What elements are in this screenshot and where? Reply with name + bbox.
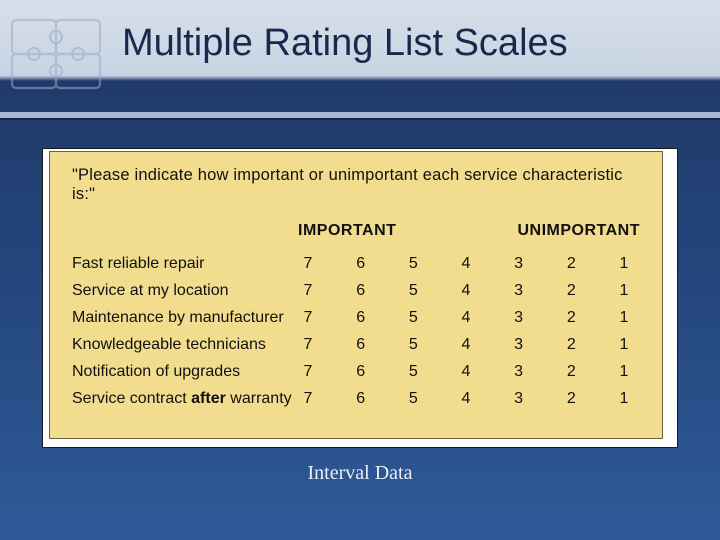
rating-value: 4 [456, 255, 476, 273]
rating-panel-inner: "Please indicate how important or unimpo… [49, 151, 663, 439]
rating-row-label: Maintenance by manufacturer [72, 309, 292, 327]
puzzle-decoration-icon [6, 12, 116, 102]
rating-row-label: Notification of upgrades [72, 363, 292, 381]
rating-value: 4 [456, 336, 476, 354]
rating-value: 5 [403, 336, 423, 354]
rating-row: Notification of upgrades 7 6 5 4 3 2 1 [72, 358, 640, 385]
rating-value: 4 [456, 309, 476, 327]
unimportant-header: UNIMPORTANT [490, 222, 640, 240]
rating-value: 4 [456, 363, 476, 381]
rating-row: Service contract after warranty 7 6 5 4 3 2 1 [72, 385, 640, 412]
rating-value: 1 [614, 255, 634, 273]
rating-row-scale: 7 6 5 4 3 2 1 [292, 255, 640, 273]
rating-value: 2 [561, 336, 581, 354]
rating-value: 7 [298, 255, 318, 273]
prompt-text: "Please indicate how important or unimpo… [72, 166, 640, 204]
rating-value: 7 [298, 282, 318, 300]
rating-value: 2 [561, 282, 581, 300]
rating-value: 5 [403, 282, 423, 300]
rating-row: Knowledgeable technicians 7 6 5 4 3 2 1 [72, 331, 640, 358]
rating-value: 6 [351, 309, 371, 327]
scale-header-row: IMPORTANT UNIMPORTANT [72, 222, 640, 240]
footer-text: Interval Data [308, 462, 413, 484]
rating-row-label: Service at my location [72, 282, 292, 300]
rating-row-scale: 7 6 5 4 3 2 1 [292, 363, 640, 381]
rating-value: 6 [351, 390, 371, 408]
rating-rows: Fast reliable repair7654321Service at my… [72, 250, 640, 412]
rating-value: 7 [298, 363, 318, 381]
rating-value: 2 [561, 390, 581, 408]
rating-value: 1 [614, 282, 634, 300]
rating-value: 2 [561, 309, 581, 327]
rating-value: 6 [351, 336, 371, 354]
rating-row: Fast reliable repair 7 6 5 4 3 2 1 [72, 250, 640, 277]
rating-value: 1 [614, 390, 634, 408]
rating-value: 2 [561, 363, 581, 381]
footer: Interval Data [0, 462, 720, 485]
rating-value: 3 [509, 309, 529, 327]
rating-value: 7 [298, 336, 318, 354]
rating-value: 4 [456, 282, 476, 300]
rating-value: 5 [403, 363, 423, 381]
rating-value: 7 [298, 390, 318, 408]
rating-value: 5 [403, 390, 423, 408]
rating-value: 1 [614, 336, 634, 354]
rating-value: 5 [403, 309, 423, 327]
rating-row: Maintenance by manufacturer 7 6 5 4 3 2 1 [72, 304, 640, 331]
rating-row: Service at my location 7 6 5 4 3 2 1 [72, 277, 640, 304]
rating-value: 4 [456, 390, 476, 408]
rating-value: 1 [614, 309, 634, 327]
rating-value: 3 [509, 336, 529, 354]
title-underline [0, 112, 720, 118]
rating-value: 7 [298, 309, 318, 327]
rating-value: 3 [509, 255, 529, 273]
rating-value: 3 [509, 390, 529, 408]
rating-row-scale: 7 6 5 4 3 2 1 [292, 336, 640, 354]
rating-row-label: Service contract after warranty [72, 390, 292, 408]
rating-row-scale: 7 6 5 4 3 2 1 [292, 309, 640, 327]
rating-value: 3 [509, 363, 529, 381]
slide-title: Multiple Rating List Scales [122, 22, 568, 65]
rating-row-label: Knowledgeable technicians [72, 336, 292, 354]
rating-value: 2 [561, 255, 581, 273]
rating-value: 1 [614, 363, 634, 381]
scale-header-spacer [72, 222, 292, 240]
rating-panel: "Please indicate how important or unimpo… [42, 148, 678, 448]
important-header: IMPORTANT [292, 222, 490, 240]
rating-row-label: Fast reliable repair [72, 255, 292, 273]
rating-value: 5 [403, 255, 423, 273]
rating-value: 6 [351, 282, 371, 300]
rating-value: 3 [509, 282, 529, 300]
rating-row-scale: 7 6 5 4 3 2 1 [292, 282, 640, 300]
rating-value: 6 [351, 363, 371, 381]
rating-value: 6 [351, 255, 371, 273]
rating-row-scale: 7 6 5 4 3 2 1 [292, 390, 640, 408]
